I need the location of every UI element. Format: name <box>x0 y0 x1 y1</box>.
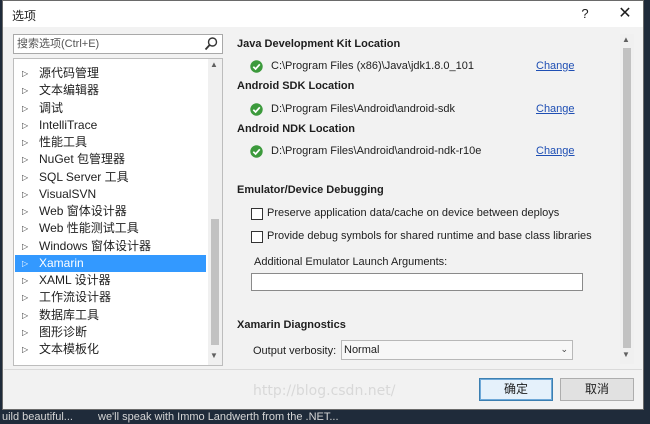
android-ndk-change-link[interactable]: Change <box>536 145 575 157</box>
check-ok-icon <box>250 103 263 116</box>
tree-item-label[interactable]: 性能工具 <box>39 135 87 150</box>
tree-item[interactable]: ▷ IntelliTrace <box>15 117 206 134</box>
expand-arrow-icon[interactable]: ▷ <box>22 274 28 287</box>
tree-item[interactable]: ▷ 图形诊断 <box>15 324 206 341</box>
tree-item-label[interactable]: XAML 设计器 <box>39 273 111 288</box>
scroll-down-icon[interactable]: ▼ <box>622 350 630 359</box>
tree-item[interactable]: ▷ 调试 <box>15 100 206 117</box>
window-title: 选项 <box>12 9 37 23</box>
tree-item-label[interactable]: Web 窗体设计器 <box>39 204 127 219</box>
background-text-left: uild beautiful... <box>2 411 73 423</box>
divider <box>4 369 642 370</box>
tree-item[interactable]: ▷ 工作流设计器 <box>15 289 206 306</box>
expand-arrow-icon[interactable]: ▷ <box>22 343 28 356</box>
expand-arrow-icon[interactable]: ▷ <box>22 119 28 132</box>
search-input[interactable] <box>17 37 197 51</box>
expand-arrow-icon[interactable]: ▷ <box>22 136 28 149</box>
expand-arrow-icon[interactable]: ▷ <box>22 309 28 322</box>
tree-item-label[interactable]: 源代码管理 <box>39 66 99 81</box>
android-sdk-path: D:\Program Files\Android\android-sdk <box>271 103 456 115</box>
emulator-args-input[interactable] <box>251 273 583 291</box>
tree-item[interactable]: ▷ Web 窗体设计器 <box>15 203 206 220</box>
verbosity-value: Normal <box>344 344 380 356</box>
chevron-down-icon[interactable]: ⌄ <box>560 344 568 355</box>
ok-button[interactable]: 确定 <box>479 378 553 401</box>
expand-arrow-icon[interactable]: ▷ <box>22 257 28 270</box>
tree-item[interactable]: ▷ 文本模板化 <box>15 341 206 358</box>
tree-item[interactable]: ▷ Windows 窗体设计器 <box>15 238 206 255</box>
tree-item-label[interactable]: VisualSVN <box>39 187 96 202</box>
close-button[interactable]: ✕ <box>615 4 635 24</box>
tree-item-label[interactable]: 调试 <box>39 101 63 116</box>
tree-item[interactable]: ▷ 文本编辑器 <box>15 82 206 99</box>
tree-item[interactable]: ▷ Xamarin <box>15 254 206 272</box>
watermark-text: http://blog.csdn.net/ <box>253 383 396 399</box>
expand-arrow-icon[interactable]: ▷ <box>22 67 28 80</box>
tree-item[interactable]: ▷ 源代码管理 <box>15 65 206 82</box>
tree-item-label[interactable]: 数据库工具 <box>39 308 99 323</box>
panel-scrollbar[interactable]: ▲ ▼ <box>620 34 634 364</box>
android-ndk-section-title: Android NDK Location <box>237 123 355 135</box>
verbosity-select[interactable]: Normal ⌄ <box>341 340 573 360</box>
diagnostics-section-title: Xamarin Diagnostics <box>237 319 346 331</box>
tree-scroll-thumb[interactable] <box>211 219 219 345</box>
tree-item-label[interactable]: 工作流设计器 <box>39 290 111 305</box>
android-ndk-path: D:\Program Files\Android\android-ndk-r10… <box>271 145 482 157</box>
expand-arrow-icon[interactable]: ▷ <box>22 222 28 235</box>
check-ok-icon <box>250 145 263 158</box>
help-button[interactable]: ? <box>575 4 595 24</box>
tree-item[interactable]: ▷ 性能工具 <box>15 134 206 151</box>
emulator-args-label: Additional Emulator Launch Arguments: <box>254 256 448 268</box>
jdk-path: C:\Program Files (x86)\Java\jdk1.8.0_101 <box>271 60 474 72</box>
tree-item-label[interactable]: NuGet 包管理器 <box>39 152 125 167</box>
tree-item-label[interactable]: Xamarin <box>39 256 84 271</box>
cancel-button[interactable]: 取消 <box>560 378 634 401</box>
tree-item-label[interactable]: IntelliTrace <box>39 118 97 133</box>
tree-item[interactable]: ▷ 数据库工具 <box>15 307 206 324</box>
verbosity-label: Output verbosity: <box>253 345 337 357</box>
tree-item-label[interactable]: SQL Server 工具 <box>39 170 129 185</box>
android-sdk-section-title: Android SDK Location <box>237 80 355 92</box>
expand-arrow-icon[interactable]: ▷ <box>22 205 28 218</box>
options-tree: ▷ 源代码管理 ▷ 文本编辑器 ▷ 调试 ▷ IntelliTrace ▷ 性能工具 ▷ NuGet … <box>13 58 223 366</box>
expand-arrow-icon[interactable]: ▷ <box>22 291 28 304</box>
tree-item[interactable]: ▷ SQL Server 工具 <box>15 169 206 186</box>
title-bar: 选项 ? ✕ <box>3 1 643 27</box>
preserve-data-label[interactable]: Preserve application data/cache on devic… <box>267 207 559 219</box>
tree-item-label[interactable]: 文本编辑器 <box>39 83 99 98</box>
tree-item-label[interactable]: 文本模板化 <box>39 342 99 357</box>
tree-scrollbar[interactable]: ▲ ▼ <box>208 59 222 365</box>
checkbox-box[interactable] <box>251 231 263 243</box>
options-dialog: 选项 ? ✕ ▷ 源代码管理 ▷ 文本编辑器 ▷ 调试 ▷ IntelliTrace ▷ 性能工具… <box>2 0 644 410</box>
expand-arrow-icon[interactable]: ▷ <box>22 326 28 339</box>
tree-item[interactable]: ▷ Web 性能测试工具 <box>15 220 206 237</box>
expand-arrow-icon[interactable]: ▷ <box>22 84 28 97</box>
debug-symbols-label[interactable]: Provide debug symbols for shared runtime… <box>267 230 592 242</box>
scroll-up-icon[interactable]: ▲ <box>210 60 218 69</box>
expand-arrow-icon[interactable]: ▷ <box>22 102 28 115</box>
tree-item[interactable]: ▷ VisualSVN <box>15 186 206 203</box>
scroll-up-icon[interactable]: ▲ <box>622 35 630 44</box>
expand-arrow-icon[interactable]: ▷ <box>22 188 28 201</box>
jdk-section-title: Java Development Kit Location <box>237 38 401 50</box>
android-sdk-change-link[interactable]: Change <box>536 103 575 115</box>
jdk-change-link[interactable]: Change <box>536 60 575 72</box>
expand-arrow-icon[interactable]: ▷ <box>22 153 28 166</box>
scroll-down-icon[interactable]: ▼ <box>210 351 218 360</box>
tree-item-label[interactable]: Windows 窗体设计器 <box>39 239 151 254</box>
tree-item[interactable]: ▷ XAML 设计器 <box>15 272 206 289</box>
background-text-right: we'll speak with Immo Landwerth from the… <box>98 411 339 423</box>
checkbox-box[interactable] <box>251 208 263 220</box>
emulator-section-title: Emulator/Device Debugging <box>237 184 384 196</box>
search-box <box>13 34 223 54</box>
xamarin-settings-panel: Java Development Kit Location C:\Program… <box>229 33 639 363</box>
panel-scroll-thumb[interactable] <box>623 48 631 348</box>
expand-arrow-icon[interactable]: ▷ <box>22 240 28 253</box>
tree-item-label[interactable]: Web 性能测试工具 <box>39 221 139 236</box>
tree-item[interactable]: ▷ NuGet 包管理器 <box>15 151 206 168</box>
expand-arrow-icon[interactable]: ▷ <box>22 171 28 184</box>
search-icon[interactable] <box>203 36 219 52</box>
check-ok-icon <box>250 60 263 73</box>
tree-item-label[interactable]: 图形诊断 <box>39 325 87 340</box>
